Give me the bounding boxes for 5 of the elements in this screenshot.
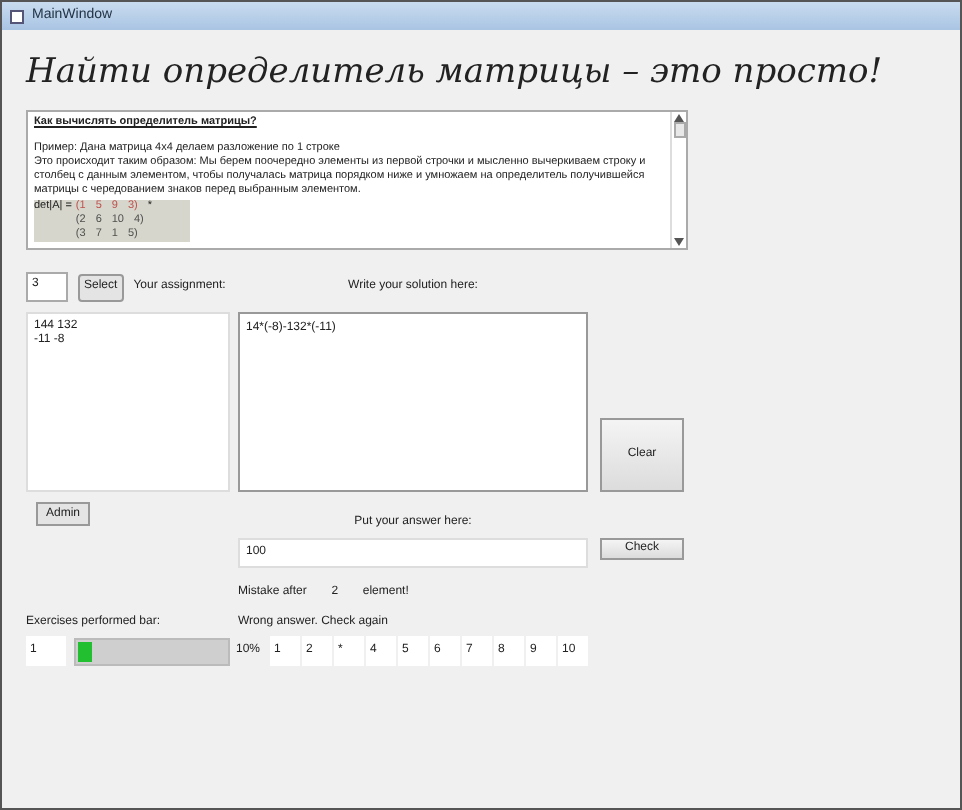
scroll-thumb[interactable] bbox=[673, 122, 685, 138]
heading: Найти определитель матрицы – это просто! bbox=[26, 50, 885, 94]
scroll-down-icon[interactable] bbox=[674, 238, 684, 246]
scrollbar[interactable] bbox=[670, 112, 686, 248]
app-icon bbox=[10, 9, 24, 23]
